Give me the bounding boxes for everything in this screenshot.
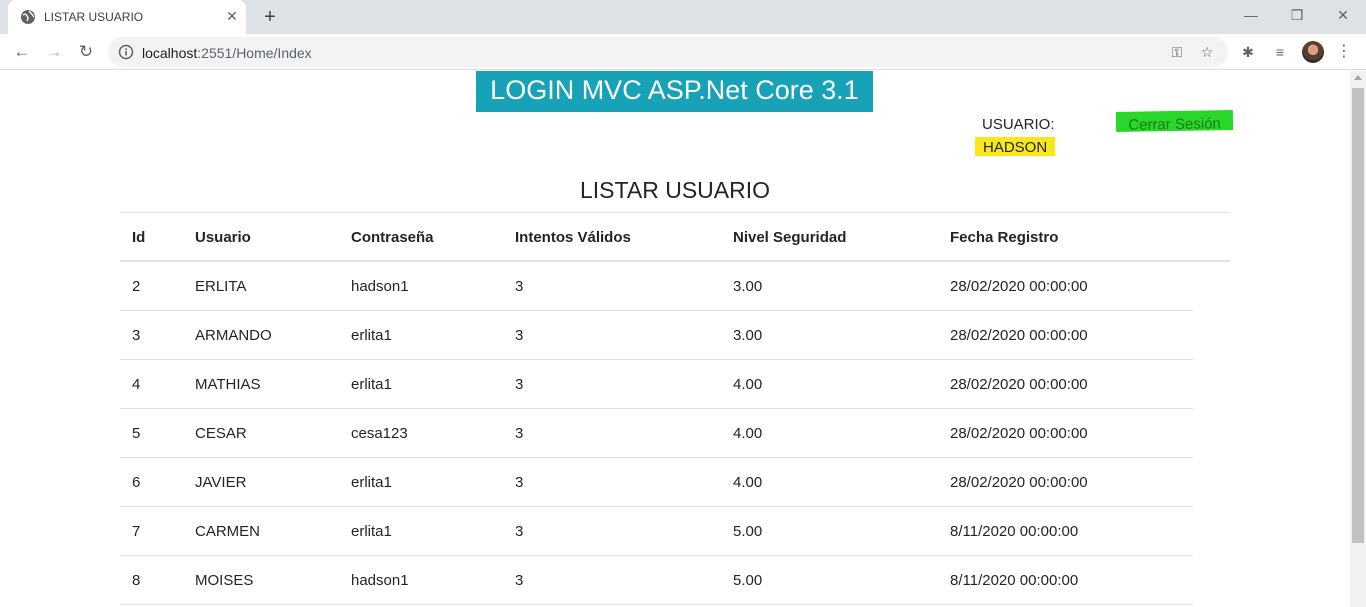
column-header-id: Id (132, 229, 146, 246)
cell-contrasena: erlita1 (351, 523, 392, 540)
cell-usuario: JAVIER (195, 474, 247, 491)
cell-id: 6 (132, 474, 141, 491)
cell-contrasena: hadson1 (351, 572, 409, 589)
table-row: 8 MOISES hadson1 3 5.00 8/11/2020 00:00:00 (120, 556, 1193, 605)
column-header-nivel: Nivel Seguridad (733, 229, 847, 246)
cell-intentos: 3 (515, 523, 524, 540)
table-body: 2 ERLITA hadson1 3 3.00 28/02/2020 00:00:00 3 A… (120, 262, 1230, 605)
address-bar[interactable]: localhost:2551/Home/Index ⚿ ☆ (108, 37, 1228, 67)
cell-intentos: 3 (515, 474, 524, 491)
info-icon[interactable] (118, 44, 134, 60)
cell-fecha: 28/02/2020 00:00:00 (950, 425, 1088, 442)
cell-id: 8 (132, 572, 141, 589)
cell-fecha: 28/02/2020 00:00:00 (950, 278, 1088, 295)
minimize-icon[interactable]: — (1228, 0, 1274, 30)
users-table: Id Usuario Contraseña Intentos Válidos N… (120, 212, 1230, 605)
user-label: USUARIO: (982, 116, 1055, 133)
close-window-icon[interactable]: ✕ (1320, 0, 1366, 30)
cell-contrasena: erlita1 (351, 474, 392, 491)
extensions-icon[interactable]: ✱ (1238, 42, 1258, 62)
cell-id: 4 (132, 376, 141, 393)
cell-intentos: 3 (515, 376, 524, 393)
cell-usuario: CESAR (195, 425, 247, 442)
cell-nivel: 5.00 (733, 572, 763, 589)
star-icon[interactable]: ☆ (1198, 43, 1216, 61)
tab-strip: LISTAR USUARIO ✕ + — ❐ ✕ (0, 0, 1366, 34)
media-queue-icon[interactable]: ≡ (1270, 42, 1290, 62)
restore-icon[interactable]: ❐ (1274, 0, 1320, 30)
page-content: LOGIN MVC ASP.Net Core 3.1 USUARIO: HADS… (0, 71, 1350, 607)
cell-contrasena: hadson1 (351, 278, 409, 295)
key-icon[interactable]: ⚿ (1168, 43, 1186, 61)
cell-nivel: 5.00 (733, 523, 763, 540)
scroll-up-arrow-icon[interactable] (1354, 75, 1362, 80)
cell-usuario: MOISES (195, 572, 254, 589)
app-banner: LOGIN MVC ASP.Net Core 3.1 (476, 71, 873, 112)
scroll-thumb[interactable] (1352, 88, 1364, 543)
cell-usuario: MATHIAS (195, 376, 261, 393)
cell-contrasena: erlita1 (351, 376, 392, 393)
cell-usuario: CARMEN (195, 523, 261, 540)
close-tab-icon[interactable]: ✕ (224, 8, 240, 24)
cell-fecha: 28/02/2020 00:00:00 (950, 376, 1088, 393)
cell-nivel: 3.00 (733, 327, 763, 344)
vertical-scrollbar[interactable] (1350, 71, 1366, 607)
column-header-usuario: Usuario (195, 229, 251, 246)
cell-intentos: 3 (515, 425, 524, 442)
table-row: 5 CESAR cesa123 3 4.00 28/02/2020 00:00:00 (120, 409, 1193, 458)
globe-icon (21, 10, 35, 24)
cell-nivel: 4.00 (733, 376, 763, 393)
cell-nivel: 3.00 (733, 278, 763, 295)
cell-id: 7 (132, 523, 141, 540)
menu-icon[interactable]: ⋮ (1334, 42, 1354, 62)
column-header-intentos: Intentos Válidos (515, 229, 631, 246)
user-name: HADSON (975, 137, 1056, 156)
cell-nivel: 4.00 (733, 474, 763, 491)
cell-usuario: ARMANDO (195, 327, 272, 344)
new-tab-icon[interactable]: + (258, 5, 282, 29)
logout-link[interactable]: Cerrar Sesión (1115, 109, 1234, 134)
table-row: 7 CARMEN erlita1 3 5.00 8/11/2020 00:00:00 (120, 507, 1193, 556)
table-header: Id Usuario Contraseña Intentos Válidos N… (120, 212, 1230, 262)
cell-fecha: 28/02/2020 00:00:00 (950, 327, 1088, 344)
cell-intentos: 3 (515, 327, 524, 344)
cell-fecha: 28/02/2020 00:00:00 (950, 474, 1088, 491)
url-text[interactable]: localhost:2551/Home/Index (142, 45, 312, 61)
cell-nivel: 4.00 (733, 425, 763, 442)
cell-id: 5 (132, 425, 141, 442)
page-title: LISTAR USUARIO (580, 177, 770, 203)
cell-id: 2 (132, 278, 141, 295)
browser-tab[interactable]: LISTAR USUARIO ✕ (8, 0, 246, 34)
reload-icon[interactable]: ↻ (72, 38, 100, 66)
table-row: 6 JAVIER erlita1 3 4.00 28/02/2020 00:00:00 (120, 458, 1193, 507)
cell-contrasena: cesa123 (351, 425, 408, 442)
cell-fecha: 8/11/2020 00:00:00 (950, 572, 1079, 589)
table-row: 2 ERLITA hadson1 3 3.00 28/02/2020 00:00:00 (120, 262, 1193, 311)
cell-contrasena: erlita1 (351, 327, 392, 344)
back-icon[interactable]: ← (8, 38, 36, 66)
cell-usuario: ERLITA (195, 278, 247, 295)
forward-icon[interactable]: → (40, 38, 68, 66)
cell-fecha: 8/11/2020 00:00:00 (950, 523, 1079, 540)
cell-intentos: 3 (515, 572, 524, 589)
browser-toolbar: ← → ↻ localhost:2551/Home/Index ⚿ ☆ ✱ ≡ … (0, 34, 1366, 70)
cell-id: 3 (132, 327, 141, 344)
table-row: 3 ARMANDO erlita1 3 3.00 28/02/2020 00:00:00 (120, 311, 1193, 360)
table-row: 4 MATHIAS erlita1 3 4.00 28/02/2020 00:00:00 (120, 360, 1193, 409)
column-header-contrasena: Contraseña (351, 229, 434, 246)
cell-intentos: 3 (515, 278, 524, 295)
column-header-fecha: Fecha Registro (950, 229, 1059, 246)
profile-avatar[interactable] (1302, 41, 1324, 63)
tab-title: LISTAR USUARIO (44, 10, 144, 24)
